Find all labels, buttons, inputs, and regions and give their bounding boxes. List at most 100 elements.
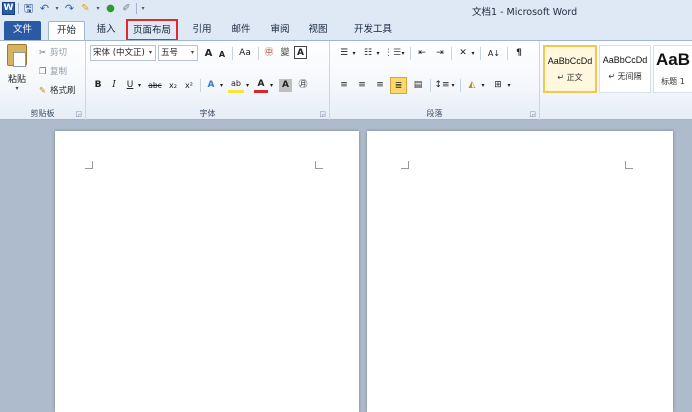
dialog-launcher-icon[interactable]: ◲: [75, 110, 82, 118]
chevron-down-icon[interactable]: ▾: [244, 78, 251, 93]
dialog-launcher-icon[interactable]: ◲: [319, 110, 326, 118]
character-border-button[interactable]: A: [294, 46, 307, 59]
line-spacing-icon[interactable]: ↕≡: [434, 78, 450, 93]
ribbon: 粘贴 ▾ ✂ 剪切 ❐ 复制 ✎ 格式刷 剪贴板 ◲ 宋体 (中文正) ▾ 五号 ▾ …: [0, 40, 692, 120]
font-size-select[interactable]: 五号 ▾: [158, 45, 198, 61]
style-heading-1-name: 标题 1: [661, 77, 685, 86]
justify-icon[interactable]: ≣: [390, 77, 407, 94]
word-app-icon[interactable]: W: [2, 2, 15, 15]
italic-button[interactable]: I: [108, 78, 120, 93]
divider: [410, 47, 411, 60]
tab-mailings[interactable]: 邮件: [226, 21, 256, 40]
divider: [451, 47, 452, 60]
font-color-button[interactable]: A: [254, 78, 268, 93]
strikethrough-button[interactable]: abc: [146, 78, 164, 93]
chevron-down-icon[interactable]: ▾: [480, 78, 486, 93]
decrease-indent-icon[interactable]: ⇤: [414, 46, 430, 61]
document-area[interactable]: [0, 120, 692, 412]
customize-toolbar-icon[interactable]: ▾: [140, 2, 146, 15]
document-page-2[interactable]: [367, 131, 673, 412]
chevron-down-icon[interactable]: ▾: [400, 46, 406, 61]
divider: [480, 47, 481, 60]
copy-label: 复制: [50, 67, 68, 77]
increase-indent-icon[interactable]: ⇥: [432, 46, 448, 61]
scissors-icon: ✂: [38, 48, 47, 58]
paste-button[interactable]: 粘贴 ▾: [3, 44, 31, 96]
highlight-color-button[interactable]: ab: [228, 78, 244, 93]
text-effects-button[interactable]: A: [204, 78, 218, 93]
borders-icon[interactable]: ⊞: [490, 78, 506, 93]
numbering-icon[interactable]: ☷: [360, 46, 376, 61]
chevron-down-icon[interactable]: ▾: [470, 46, 476, 61]
enclose-characters-button[interactable]: ㊊: [296, 78, 310, 93]
redo-icon[interactable]: ↷: [63, 2, 76, 15]
bold-button[interactable]: B: [92, 78, 104, 93]
align-right-icon[interactable]: ≡: [372, 78, 388, 93]
clear-formatting-button[interactable]: ㊥: [262, 46, 276, 61]
align-center-icon[interactable]: ≡: [354, 78, 370, 93]
divider: [232, 47, 233, 60]
font-name-select[interactable]: 宋体 (中文正) ▾: [90, 45, 156, 61]
chevron-down-icon[interactable]: ▾: [351, 46, 357, 61]
copy-button[interactable]: ❐ 复制: [37, 65, 67, 79]
underline-button[interactable]: U: [124, 78, 136, 93]
chevron-down-icon[interactable]: ▾: [375, 46, 381, 61]
style-heading-1[interactable]: AaB 标题 1: [653, 45, 692, 93]
font-size-value: 五号: [161, 48, 179, 58]
chevron-down-icon: ▾: [190, 49, 194, 56]
tab-view[interactable]: 视图: [303, 21, 333, 40]
undo-icon[interactable]: ↶: [38, 2, 51, 15]
style-no-spacing[interactable]: AaBbCcDd ↵ 无间隔: [599, 45, 651, 93]
tab-home[interactable]: 开始: [48, 21, 85, 40]
margin-corner-mark: [85, 161, 93, 169]
multilevel-list-icon[interactable]: ⋮☰: [384, 46, 401, 61]
watermark-url: zhinan.sogou.com: [512, 249, 618, 261]
show-marks-button[interactable]: ¶: [512, 46, 526, 61]
dialog-launcher-icon[interactable]: ◲: [529, 110, 536, 118]
change-case-button[interactable]: Aa: [236, 46, 254, 61]
superscript-button[interactable]: x²: [182, 78, 196, 93]
format-painter-button[interactable]: ✎ 格式刷: [37, 84, 76, 98]
grow-font-button[interactable]: A: [202, 46, 215, 61]
chevron-down-icon[interactable]: ▾: [450, 78, 456, 93]
character-shading-button[interactable]: A: [279, 79, 292, 92]
align-left-icon[interactable]: ≡: [336, 78, 352, 93]
paragraph-group: ☰ ▾ ☷ ▾ ⋮☰ ▾ ⇤ ⇥ ✕ ▾ A↓ ¶ ≡ ≡ ≡ ≣ ▤ ↕≡ ▾…: [330, 41, 540, 120]
clipboard-group-label: 剪贴板: [30, 109, 55, 118]
styles-group: AaBbCcDd ↵ 正文 AaBbCcDd ↵ 无间隔 AaB 标题 1: [540, 41, 692, 120]
font-group: 宋体 (中文正) ▾ 五号 ▾ A A Aa ㊥ 變 A B I U ▾ abc…: [86, 41, 330, 120]
dropdown-icon[interactable]: ▾: [95, 2, 101, 15]
chevron-down-icon[interactable]: ▾: [136, 78, 143, 93]
tab-references[interactable]: 引用: [187, 21, 217, 40]
style-normal-sample: AaBbCcDd: [547, 56, 593, 66]
format-painter-quick-icon[interactable]: ✎: [79, 2, 92, 15]
divider: [507, 47, 508, 60]
chevron-down-icon: ▾: [15, 85, 19, 92]
cut-button[interactable]: ✂ 剪切: [37, 46, 67, 60]
chevron-down-icon[interactable]: ▾: [506, 78, 512, 93]
subscript-button[interactable]: x₂: [166, 78, 180, 93]
tab-developer[interactable]: 开发工具: [347, 21, 399, 40]
chinese-layout-icon[interactable]: ✕: [455, 46, 471, 61]
tab-insert[interactable]: 插入: [91, 21, 121, 40]
distribute-icon[interactable]: ▤: [410, 78, 426, 93]
window-title: 文档1 - Microsoft Word: [472, 7, 578, 18]
undo-dropdown-icon[interactable]: ▾: [54, 2, 60, 15]
sort-button[interactable]: A↓: [484, 46, 504, 61]
shrink-font-button[interactable]: A: [216, 47, 228, 62]
tab-file[interactable]: 文件: [4, 21, 41, 40]
phonetic-guide-button[interactable]: 變: [278, 46, 292, 61]
clipboard-group: 粘贴 ▾ ✂ 剪切 ❐ 复制 ✎ 格式刷 剪贴板 ◲: [0, 41, 86, 120]
tab-review[interactable]: 审阅: [265, 21, 295, 40]
pen-icon[interactable]: ✐: [120, 2, 133, 15]
shading-icon[interactable]: ◭: [464, 78, 480, 93]
margin-corner-mark: [401, 161, 409, 169]
save-icon[interactable]: 🖫: [22, 2, 35, 15]
circle-icon[interactable]: ●: [104, 2, 117, 15]
bullets-icon[interactable]: ☰: [336, 46, 352, 61]
document-page-1[interactable]: [55, 131, 359, 412]
chevron-down-icon[interactable]: ▾: [268, 78, 275, 93]
style-normal[interactable]: AaBbCcDd ↵ 正文: [543, 45, 597, 93]
tab-page-layout[interactable]: 页面布局: [126, 19, 178, 41]
chevron-down-icon[interactable]: ▾: [218, 78, 225, 93]
